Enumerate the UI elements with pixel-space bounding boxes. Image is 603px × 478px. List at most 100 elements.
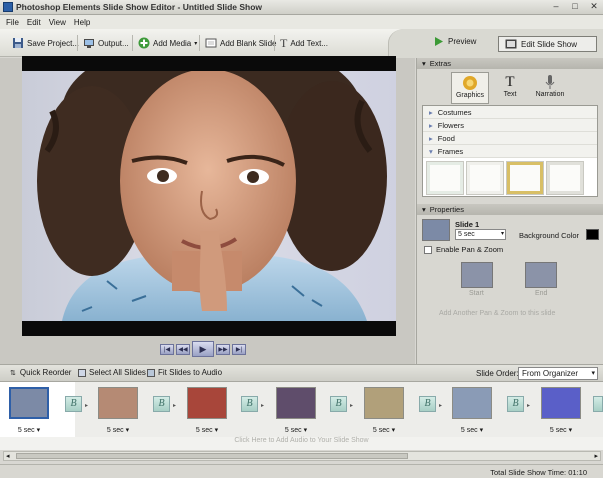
- scrollbar-thumb[interactable]: [16, 453, 408, 459]
- menu-file[interactable]: File: [6, 18, 19, 27]
- next-slide-button[interactable]: ▶▶: [216, 343, 230, 355]
- slide-item[interactable]: 5 sec ▾: [181, 382, 233, 440]
- category-frames[interactable]: ▾ Frames: [423, 145, 597, 158]
- scroll-right-icon[interactable]: ▸: [594, 452, 598, 460]
- add-pan-zoom-link[interactable]: Add Another Pan & Zoom to this slide: [439, 310, 555, 317]
- slide-item[interactable]: 5 sec ▾: [358, 382, 410, 440]
- graphics-icon: [463, 76, 477, 90]
- menu-edit[interactable]: Edit: [27, 18, 41, 27]
- save-icon: [13, 38, 23, 48]
- reorder-icon: ⇅: [10, 369, 16, 377]
- slide-duration[interactable]: 5 sec ▾: [92, 426, 144, 434]
- transition-button[interactable]: B: [419, 396, 436, 412]
- transition-arrow-icon: ▸: [85, 403, 89, 409]
- previous-slide-button[interactable]: ◀◀: [176, 343, 190, 355]
- pan-zoom-start[interactable]: [461, 262, 493, 288]
- slide-duration[interactable]: 5 sec ▾: [535, 426, 587, 434]
- frame-thumbnail[interactable]: [466, 161, 504, 195]
- slide-order-label: Slide Order:: [476, 369, 519, 378]
- last-slide-button[interactable]: ▶|: [232, 343, 246, 355]
- output-button[interactable]: Output...: [83, 36, 129, 50]
- frame-thumbnail[interactable]: [546, 161, 584, 195]
- play-button[interactable]: ▶: [192, 341, 214, 357]
- window-title: Photoshop Elements Slide Show Editor - U…: [16, 2, 263, 12]
- add-blank-slide-button[interactable]: Add Blank Slide: [205, 36, 276, 50]
- properties-header[interactable]: ▾ Properties: [417, 204, 603, 215]
- checkbox[interactable]: [424, 245, 432, 254]
- start-label: Start: [469, 290, 484, 297]
- slide-duration[interactable]: 5 sec ▾: [270, 426, 322, 434]
- select-icon: [78, 368, 86, 377]
- edit-icon: [505, 39, 517, 49]
- slide-item[interactable]: 5 sec ▾: [3, 382, 55, 440]
- slide-duration[interactable]: 5 sec ▾: [3, 426, 55, 434]
- tab-narration[interactable]: Narration: [531, 72, 569, 104]
- slide-thumbnail: [9, 387, 49, 419]
- slide-duration[interactable]: 5 sec ▾: [446, 426, 498, 434]
- category-costumes[interactable]: ▸ Costumes: [423, 106, 597, 119]
- category-food[interactable]: ▸ Food: [423, 132, 597, 145]
- film-icon: [147, 368, 155, 377]
- slide-item[interactable]: 5 sec ▾: [446, 382, 498, 440]
- menu-view[interactable]: View: [49, 18, 66, 27]
- slide-thumbnail: [541, 387, 581, 419]
- transition-button[interactable]: B: [330, 396, 347, 412]
- preview-button[interactable]: Preview: [434, 36, 476, 47]
- slide-item[interactable]: 5 sec ▾: [92, 382, 144, 440]
- add-text-button[interactable]: T Add Text...: [280, 36, 328, 50]
- quick-reorder-button[interactable]: ⇅ Quick Reorder: [10, 368, 71, 377]
- slide-label: Slide 1: [455, 220, 480, 229]
- background-color-label: Background Color: [519, 231, 580, 240]
- scroll-left-icon[interactable]: ◂: [6, 452, 10, 460]
- expand-icon: ▸: [429, 133, 433, 143]
- extras-header[interactable]: ▾ Extras: [417, 58, 603, 69]
- extras-list: ▸ Costumes ▸ Flowers ▸ Food ▾ Frames: [422, 105, 598, 197]
- enable-pan-zoom[interactable]: Enable Pan & Zoom: [424, 245, 503, 254]
- fit-slides-to-audio-button[interactable]: Fit Slides to Audio: [147, 368, 222, 377]
- total-time: Total Slide Show Time: 01:10: [490, 468, 587, 477]
- play-icon: ▶: [199, 343, 207, 354]
- transition-button[interactable]: B: [153, 396, 170, 412]
- transition-button[interactable]: B: [241, 396, 258, 412]
- slide-item[interactable]: 5 sec ▾: [270, 382, 322, 440]
- frame-thumbnail[interactable]: [426, 161, 464, 195]
- output-icon: [84, 39, 94, 48]
- slide-properties: Slide 1 5 sec ▾ Background Color: [422, 219, 600, 241]
- slide-duration[interactable]: 5 sec ▾: [181, 426, 233, 434]
- select-all-slides-button[interactable]: Select All Slides: [78, 368, 146, 377]
- slide-item[interactable]: 5 sec ▾: [535, 382, 587, 440]
- duration-select[interactable]: 5 sec ▾: [455, 229, 506, 240]
- add-media-button[interactable]: Add Media ▾: [138, 36, 197, 50]
- audio-track[interactable]: Click Here to Add Audio to Your Slide Sh…: [0, 437, 603, 450]
- close-icon[interactable]: ✕: [588, 1, 600, 12]
- frame-thumbnail[interactable]: [506, 161, 544, 195]
- save-project-button[interactable]: Save Project...: [12, 36, 79, 50]
- extras-tabs: Graphics T Text Narration: [417, 70, 603, 106]
- slide-thumbnail: [364, 387, 404, 419]
- expand-icon: ▸: [429, 120, 433, 130]
- background-color-swatch[interactable]: [586, 229, 599, 240]
- minimize-icon[interactable]: –: [550, 1, 562, 12]
- tab-text[interactable]: T Text: [491, 72, 529, 104]
- end-label: End: [535, 290, 548, 297]
- menu-help[interactable]: Help: [74, 18, 90, 27]
- pan-zoom-end[interactable]: [525, 262, 557, 288]
- slide-duration[interactable]: 5 sec ▾: [358, 426, 410, 434]
- slide-thumbnail: [276, 387, 316, 419]
- tab-graphics[interactable]: Graphics: [451, 72, 489, 104]
- play-icon: [435, 37, 443, 46]
- maximize-icon[interactable]: □: [569, 1, 581, 12]
- category-flowers[interactable]: ▸ Flowers: [423, 119, 597, 132]
- slide-order-select[interactable]: From Organizer ▾: [518, 367, 598, 380]
- transition-button[interactable]: B: [507, 396, 524, 412]
- transition-button[interactable]: [593, 396, 603, 412]
- transition-arrow-icon: ▸: [439, 403, 443, 409]
- first-slide-button[interactable]: |◀: [160, 343, 174, 355]
- edit-slide-show-button[interactable]: Edit Slide Show: [498, 36, 597, 52]
- collapse-icon: ▾: [422, 205, 426, 214]
- storyboard-scrollbar[interactable]: ◂ ▸: [3, 451, 601, 461]
- transition-arrow-icon: ▸: [350, 403, 354, 409]
- slide-thumbnail: [452, 387, 492, 419]
- transition-button[interactable]: B: [65, 396, 82, 412]
- playback-controls: |◀ ◀◀ ▶ ▶▶ ▶|: [160, 341, 246, 357]
